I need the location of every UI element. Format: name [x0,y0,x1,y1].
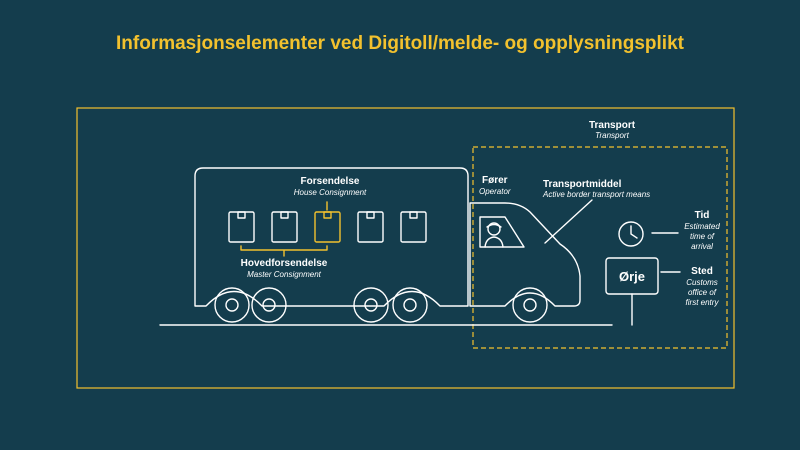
time-sub-line-1: Estimated [684,222,720,231]
sign-text: Ørje [618,268,645,284]
master-label: Hovedforsendelse [240,258,328,269]
means-sub: Active border transport means [543,190,651,199]
place-label: Sted [691,266,713,277]
master-sub: Master Consignment [247,270,321,279]
package-box-5 [400,211,427,243]
place-sub-line-3: first entry [685,298,719,307]
operator-label: Fører [482,175,508,186]
package-box-3 [314,211,341,243]
driver-body [484,236,504,248]
wheel-4 [392,287,428,323]
time-label: Tid [694,210,710,221]
package-box-2 [271,211,298,243]
time-sub-line-2: time of [689,232,714,241]
wheel-1 [214,287,250,323]
transport-sub: Transport [595,131,629,140]
master-bracket [240,245,328,257]
cab [469,202,581,307]
clock-icon [618,221,644,247]
consignment-label: Forsendelse [300,176,360,187]
wheel-3 [353,287,389,323]
time-sub-line-3: arrival [691,242,713,251]
operator-sub: Operator [479,187,511,196]
package-box-1 [228,211,255,243]
place-sub-line-1: Customs [686,278,718,287]
outer-frame [76,107,735,389]
consignment-sub: House Consignment [293,188,367,197]
package-box-4 [357,211,384,243]
means-pointer [544,199,593,244]
place-sub-line-2: office of [687,288,716,297]
wheel-2 [251,287,287,323]
